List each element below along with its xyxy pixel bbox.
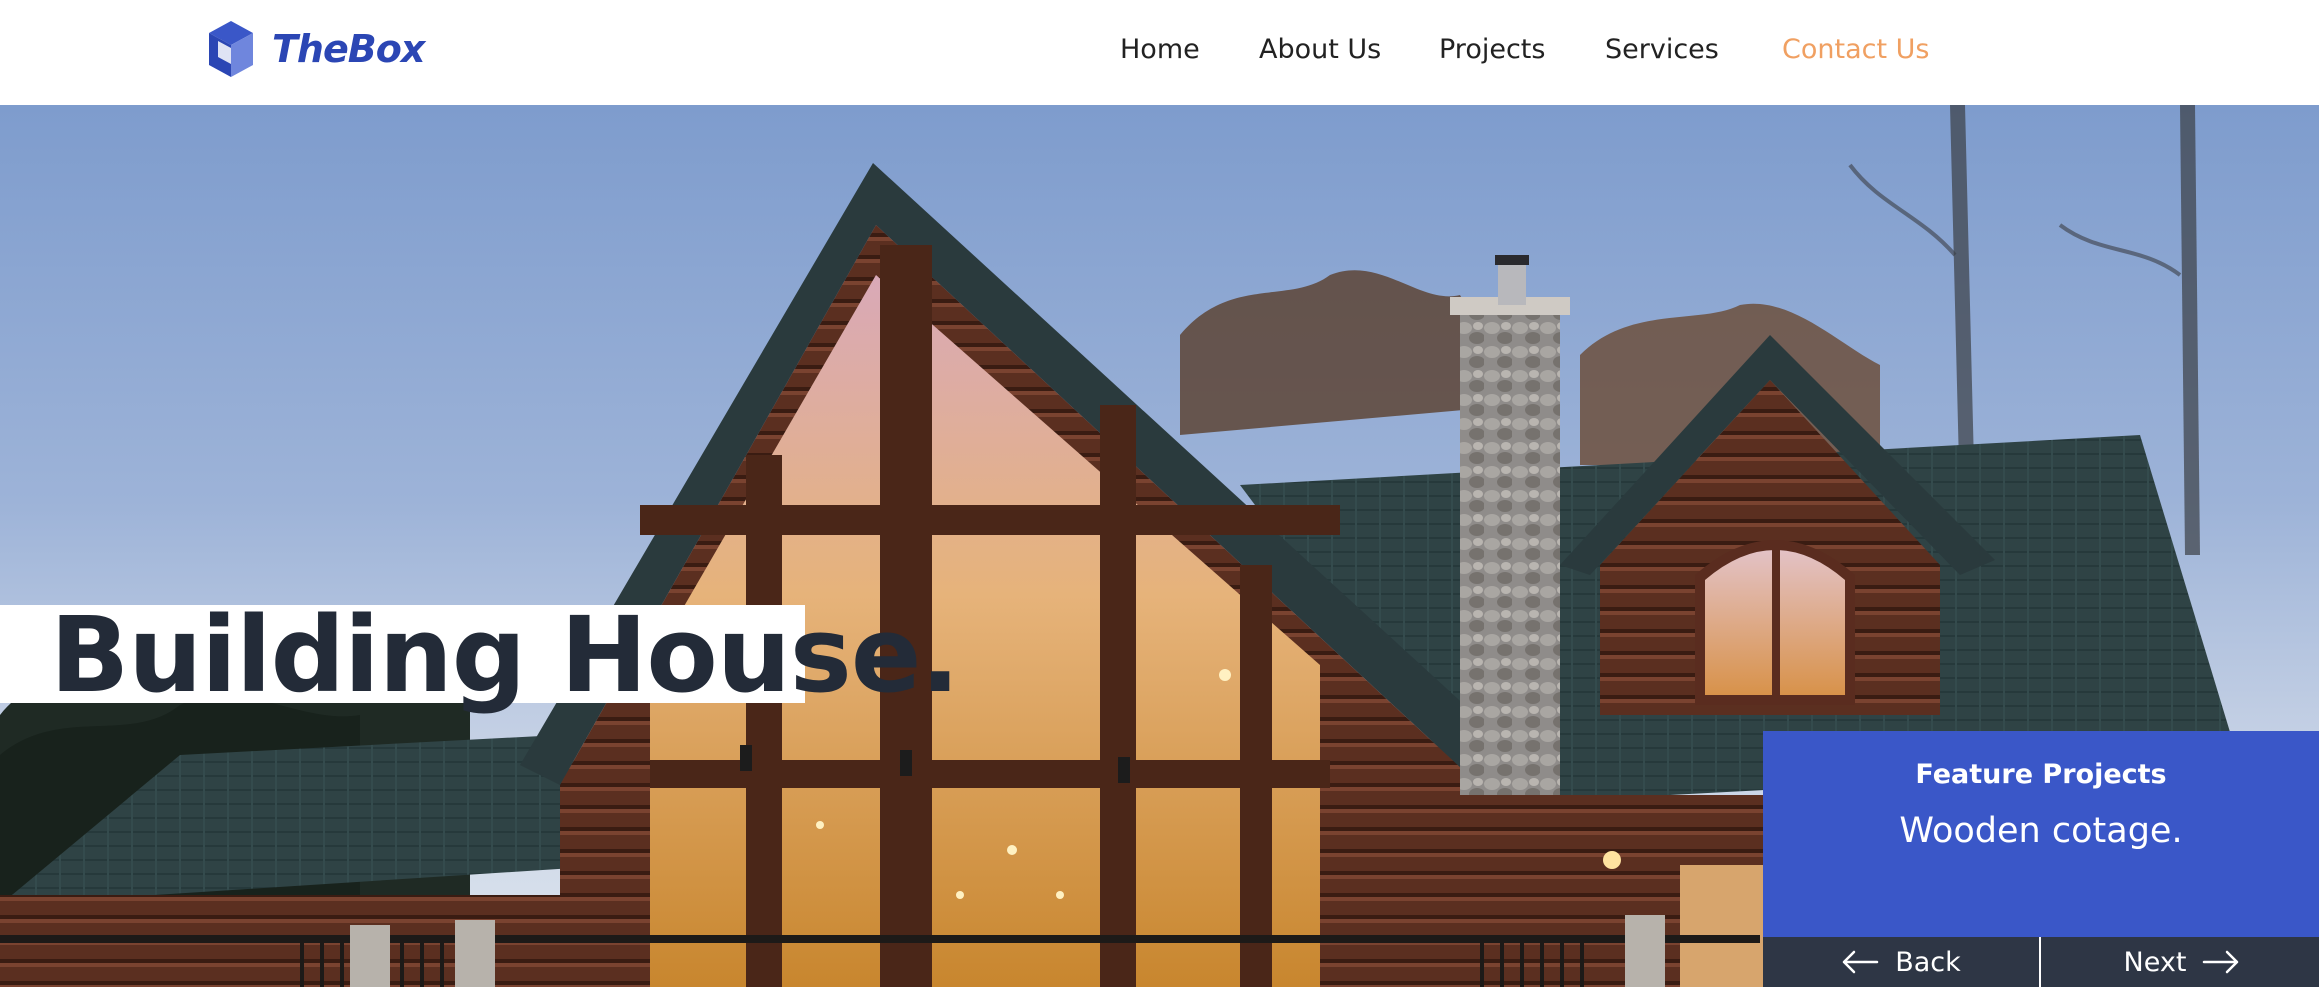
nav-contact-us[interactable]: Contact Us — [1782, 30, 1929, 70]
nav-about-us[interactable]: About Us — [1259, 30, 1381, 70]
nav-services[interactable]: Services — [1605, 30, 1719, 70]
feature-project-card[interactable]: Feature Projects Wooden cotage. — [1763, 731, 2319, 937]
arrow-left-icon — [1842, 950, 1879, 974]
logo-text: TheBox — [272, 27, 425, 71]
back-button[interactable]: Back — [1763, 937, 2041, 987]
arrow-right-icon — [2203, 950, 2239, 974]
site-header: TheBox Home About Us Projects Services C… — [0, 0, 2319, 105]
feature-title: Wooden cotage. — [1899, 811, 2183, 851]
nav-home[interactable]: Home — [1120, 30, 1200, 70]
nav-projects[interactable]: Projects — [1439, 30, 1545, 70]
cube-icon — [206, 19, 256, 79]
logo[interactable]: TheBox — [206, 19, 425, 79]
slider-pager: Back Next — [1763, 937, 2319, 987]
back-label: Back — [1895, 946, 1961, 978]
next-label: Next — [2123, 946, 2187, 978]
hero-headline: Building House. — [50, 594, 960, 716]
feature-label: Feature Projects — [1915, 759, 2167, 790]
next-button[interactable]: Next — [2043, 937, 2319, 987]
